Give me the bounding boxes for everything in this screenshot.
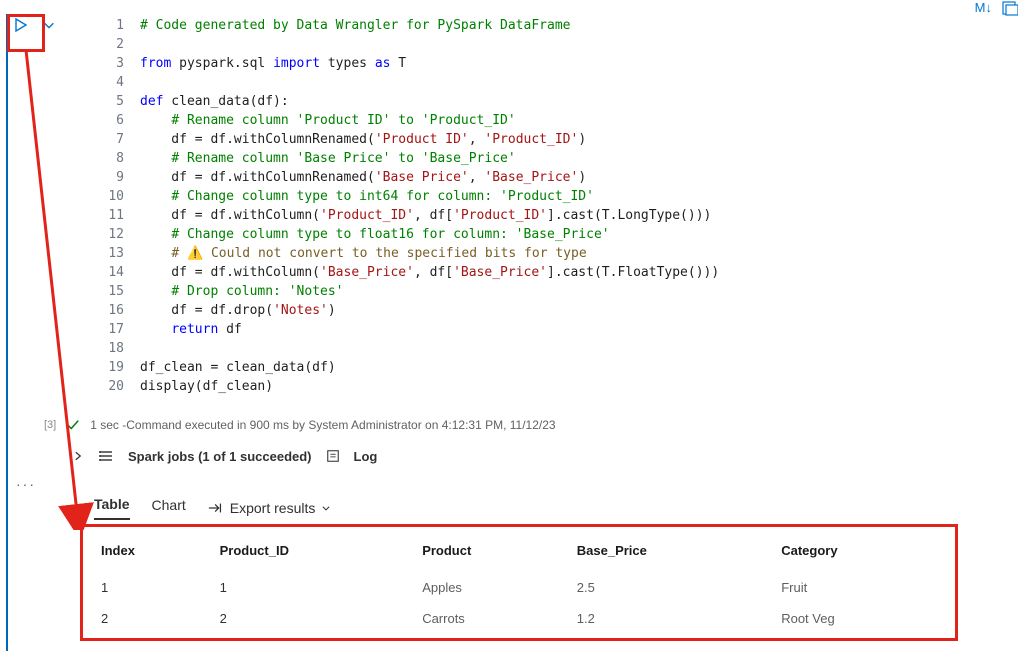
code-editor[interactable]: # Code generated by Data Wrangler for Py… bbox=[140, 16, 1014, 396]
table-row[interactable]: 11Apples2.5Fruit bbox=[93, 572, 945, 603]
column-header[interactable]: Product bbox=[414, 533, 569, 572]
export-icon bbox=[208, 501, 224, 515]
column-header[interactable]: Product_ID bbox=[212, 533, 415, 572]
code-gutter: 1234567891011121314151617181920 bbox=[88, 16, 124, 396]
tab-table[interactable]: Table bbox=[94, 496, 130, 520]
success-check-icon bbox=[66, 418, 80, 432]
export-chevron-icon[interactable] bbox=[321, 503, 331, 513]
export-results-button[interactable]: Export results bbox=[230, 500, 316, 516]
results-table: IndexProduct_IDProductBase_PriceCategory… bbox=[93, 533, 945, 634]
spark-jobs-label[interactable]: Spark jobs (1 of 1 succeeded) bbox=[128, 449, 312, 464]
column-header[interactable]: Base_Price bbox=[569, 533, 773, 572]
expand-chevron-icon[interactable] bbox=[72, 450, 84, 462]
execution-count: [3] bbox=[44, 419, 56, 431]
execution-status-text: 1 sec -Command executed in 900 ms by Sys… bbox=[90, 418, 555, 432]
log-label[interactable]: Log bbox=[354, 449, 378, 464]
spark-jobs-icon bbox=[98, 448, 114, 464]
column-header[interactable]: Category bbox=[773, 533, 945, 572]
run-button-highlight bbox=[7, 14, 45, 52]
tab-chart[interactable]: Chart bbox=[152, 497, 186, 519]
log-icon bbox=[326, 449, 340, 463]
column-header[interactable]: Index bbox=[93, 533, 212, 572]
table-row[interactable]: 22Carrots1.2Root Veg bbox=[93, 603, 945, 634]
more-actions[interactable]: ··· bbox=[16, 476, 36, 492]
results-highlight-box: IndexProduct_IDProductBase_PriceCategory… bbox=[80, 524, 958, 641]
